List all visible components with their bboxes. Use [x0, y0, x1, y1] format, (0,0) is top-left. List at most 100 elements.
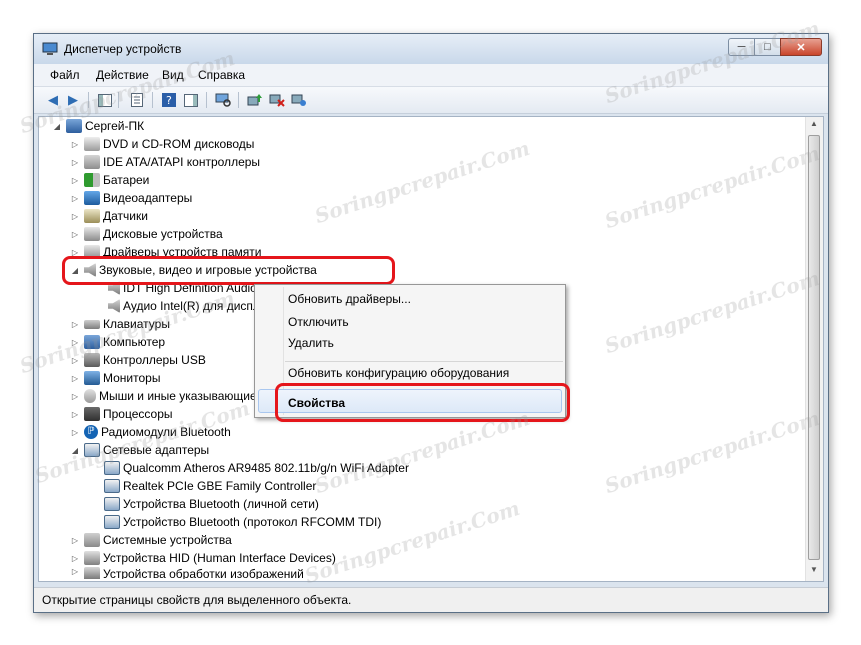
- tree-item-video[interactable]: ▷ Видеоадаптеры: [70, 189, 192, 207]
- show-hide-action-pane-icon[interactable]: [182, 91, 200, 109]
- maximize-button[interactable]: □: [754, 38, 780, 56]
- minimize-button[interactable]: ─: [728, 38, 754, 56]
- close-button[interactable]: ✕: [780, 38, 822, 56]
- system-device-icon: [84, 533, 100, 547]
- computer-icon: [66, 119, 82, 133]
- expand-icon[interactable]: ▷: [70, 554, 80, 563]
- menu-update-drivers[interactable]: Обновить драйверы...: [288, 292, 411, 306]
- help-icon[interactable]: ?: [160, 91, 178, 109]
- expand-icon[interactable]: ▷: [70, 410, 80, 419]
- scrollbar-thumb[interactable]: [808, 135, 820, 560]
- tree-item-computer[interactable]: ▷ Компьютер: [70, 333, 165, 351]
- disk-drive-icon: [84, 137, 100, 151]
- toolbar-separator: [238, 92, 239, 108]
- sensor-icon: [84, 209, 100, 223]
- collapse-icon[interactable]: ◢: [52, 122, 62, 131]
- expand-icon[interactable]: ▷: [70, 356, 80, 365]
- toolbar-separator: [206, 92, 207, 108]
- tree-item-dvd[interactable]: ▷ DVD и CD-ROM дисководы: [70, 135, 254, 153]
- menu-view[interactable]: Вид: [162, 68, 184, 82]
- menu-separator: [285, 361, 563, 362]
- tree-item-cpus[interactable]: ▷ Процессоры: [70, 405, 173, 423]
- monitor-icon: [84, 371, 100, 385]
- tree-item-usb[interactable]: ▷ Контроллеры USB: [70, 351, 206, 369]
- expand-icon[interactable]: ▷: [70, 212, 80, 221]
- menu-uninstall[interactable]: Удалить: [288, 336, 334, 350]
- expand-icon[interactable]: ▷: [70, 194, 80, 203]
- expand-icon[interactable]: ▷: [70, 392, 80, 401]
- tree-item-bt-pan[interactable]: Устройства Bluetooth (личной сети): [104, 495, 319, 513]
- tree-item-label: Мониторы: [103, 371, 161, 385]
- svg-text:?: ?: [166, 94, 172, 107]
- status-text: Открытие страницы свойств для выделенног…: [42, 593, 352, 607]
- tree-item-bluetooth[interactable]: ▷ ℙ Радиомодули Bluetooth: [70, 423, 231, 441]
- tree-item-monitors[interactable]: ▷ Мониторы: [70, 369, 160, 387]
- scan-hardware-icon[interactable]: [214, 91, 232, 109]
- expand-icon[interactable]: ▷: [70, 338, 80, 347]
- tree-item-bt-rfcomm[interactable]: Устройство Bluetooth (протокол RFCOMM TD…: [104, 513, 381, 531]
- expand-icon[interactable]: ▷: [70, 230, 80, 239]
- expand-icon[interactable]: ▷: [70, 140, 80, 149]
- ide-controller-icon: [84, 155, 100, 169]
- title-bar[interactable]: Диспетчер устройств ─ □ ✕: [34, 34, 828, 64]
- tree-item-ide[interactable]: ▷ IDE ATA/ATAPI контроллеры: [70, 153, 260, 171]
- tree-item-label: Компьютер: [103, 335, 166, 349]
- tree-item-label: Устройства обработки изображений: [103, 567, 304, 579]
- minimize-icon: ─: [737, 41, 746, 53]
- disable-device-icon[interactable]: [268, 91, 286, 109]
- uninstall-device-icon[interactable]: [290, 91, 308, 109]
- device-manager-icon: [42, 42, 58, 56]
- show-hide-console-tree-icon[interactable]: [96, 91, 114, 109]
- tree-item-network[interactable]: ◢ Сетевые адаптеры: [70, 441, 209, 459]
- network-adapter-icon: [84, 443, 100, 457]
- vertical-scrollbar[interactable]: ▲ ▼: [805, 117, 823, 581]
- expand-icon[interactable]: ▷: [70, 536, 80, 545]
- tree-item-batteries[interactable]: ▷ Батареи: [70, 171, 149, 189]
- menu-action[interactable]: Действие: [96, 68, 149, 82]
- tree-item-label: Устройство Bluetooth (протокол RFCOMM TD…: [123, 515, 382, 529]
- tree-item-label: Радиомодули Bluetooth: [101, 425, 231, 439]
- tree-item-label: Батареи: [103, 173, 150, 187]
- tree-item-label: Дисковые устройства: [103, 227, 223, 241]
- display-adapter-icon: [84, 191, 100, 205]
- tree-root-label: Сергей-ПК: [85, 119, 145, 133]
- battery-icon: [84, 173, 100, 187]
- speaker-icon: [108, 299, 120, 313]
- tree-item-label: DVD и CD-ROM дисководы: [103, 137, 255, 151]
- forward-icon[interactable]: ▶: [64, 91, 82, 109]
- menu-disable[interactable]: Отключить: [288, 315, 349, 329]
- expand-icon[interactable]: ▷: [70, 428, 80, 437]
- menu-help[interactable]: Справка: [198, 68, 245, 82]
- tree-item-disks[interactable]: ▷ Дисковые устройства: [70, 225, 223, 243]
- expand-icon[interactable]: ▷: [70, 176, 80, 185]
- tree-root[interactable]: ◢ Сергей-ПК: [52, 117, 144, 135]
- collapse-icon[interactable]: ◢: [70, 446, 80, 455]
- scroll-down-icon[interactable]: ▼: [808, 565, 820, 579]
- expand-icon[interactable]: ▷: [70, 320, 80, 329]
- menu-file[interactable]: Файл: [50, 68, 80, 82]
- mouse-icon: [84, 389, 96, 403]
- tree-item-label: Устройства HID (Human Interface Devices): [103, 551, 336, 565]
- menu-scan-hardware[interactable]: Обновить конфигурацию оборудования: [288, 366, 509, 380]
- tree-item-label: Qualcomm Atheros AR9485 802.11b/g/n WiFi…: [123, 461, 409, 475]
- maximize-icon: □: [764, 41, 771, 53]
- tree-item-system[interactable]: ▷ Системные устройства: [70, 531, 232, 549]
- tree-item-hid[interactable]: ▷ Устройства HID (Human Interface Devices…: [70, 549, 336, 567]
- expand-icon[interactable]: ▷: [70, 158, 80, 167]
- tree-item-keyboards[interactable]: ▷ Клавиатуры: [70, 315, 170, 333]
- expand-icon[interactable]: ▷: [70, 374, 80, 383]
- menu-bar: Файл Действие Вид Справка: [34, 64, 828, 87]
- tree-item-imaging[interactable]: ▷ Устройства обработки изображений: [70, 567, 304, 579]
- close-icon: ✕: [796, 41, 806, 54]
- scroll-up-icon[interactable]: ▲: [808, 119, 820, 133]
- properties-highlight: [275, 383, 570, 422]
- toolbar-separator: [152, 92, 153, 108]
- cpu-icon: [84, 407, 100, 421]
- expand-icon[interactable]: ▷: [70, 567, 80, 576]
- back-icon[interactable]: ◀: [44, 91, 62, 109]
- tree-item-sensors[interactable]: ▷ Датчики: [70, 207, 148, 225]
- tree-item-wifi[interactable]: Qualcomm Atheros AR9485 802.11b/g/n WiFi…: [104, 459, 409, 477]
- properties-icon[interactable]: [128, 91, 146, 109]
- update-driver-icon[interactable]: [246, 91, 264, 109]
- tree-item-realtek[interactable]: Realtek PCIe GBE Family Controller: [104, 477, 316, 495]
